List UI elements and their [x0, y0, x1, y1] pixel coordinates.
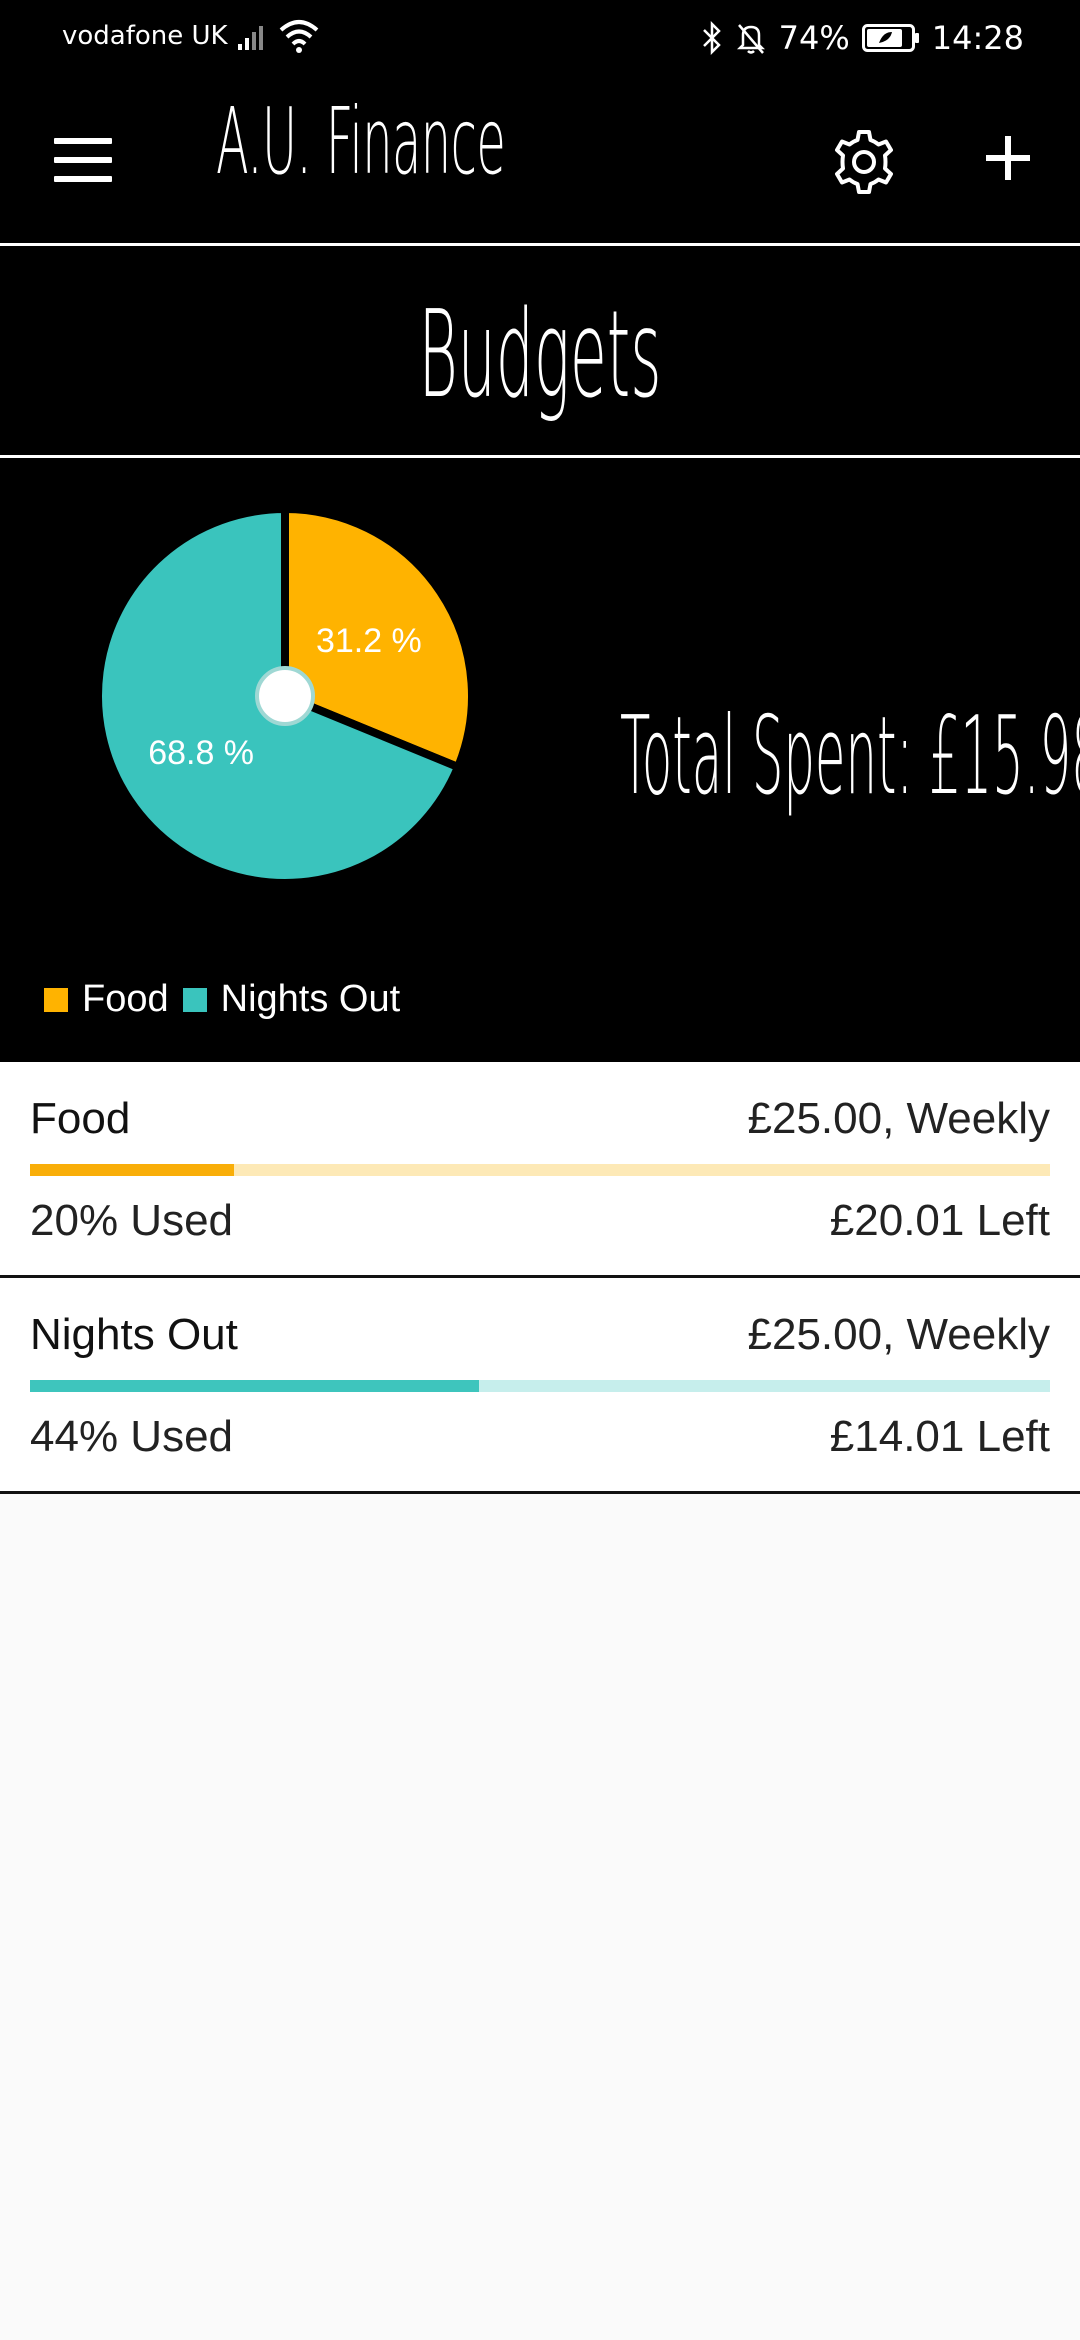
budget-progress-bar	[30, 1380, 1050, 1392]
pie-label-food: 31.2 %	[316, 622, 422, 660]
legend-label-nights-out: Nights Out	[220, 978, 401, 1020]
status-bar: vodafone UK 74% 14:28	[0, 0, 1080, 76]
budget-progress-fill	[30, 1380, 479, 1392]
app-title: A.U. Finance	[216, 88, 506, 195]
signal-icon	[236, 22, 272, 56]
budget-used: 44% Used	[30, 1412, 234, 1461]
bluetooth-icon	[701, 21, 723, 55]
budget-left: £20.01 Left	[829, 1196, 1050, 1245]
app-bar: A.U. Finance	[0, 76, 1080, 246]
chart-legend: Food Nights Out	[44, 978, 414, 1021]
legend-label-food: Food	[82, 978, 169, 1020]
budget-left: £14.01 Left	[829, 1412, 1050, 1461]
wifi-icon	[278, 18, 320, 58]
pie-center-hole	[255, 666, 315, 726]
clock: 14:28	[931, 19, 1024, 57]
budget-amount: £25.00, Weekly	[747, 1094, 1050, 1143]
budget-amount: £25.00, Weekly	[747, 1310, 1050, 1359]
legend-swatch-food	[44, 987, 68, 1012]
battery-icon	[861, 24, 920, 52]
budget-name: Food	[30, 1094, 131, 1143]
budget-item-food[interactable]: Food £25.00, Weekly 20% Used £20.01 Left	[0, 1062, 1080, 1278]
bell-off-icon	[735, 21, 767, 55]
total-spent: Total Spent: £15.98	[620, 694, 1080, 819]
carrier-label: vodafone UK	[62, 21, 228, 51]
budget-chart: 31.2 % 68.8 % Total Spent: £15.98 Food Ni…	[0, 458, 1080, 1062]
pie-chart[interactable]: 31.2 % 68.8 %	[0, 458, 560, 958]
legend-swatch-nights-out	[182, 987, 207, 1012]
budget-progress-bar	[30, 1164, 1050, 1176]
budget-name: Nights Out	[30, 1310, 238, 1359]
budget-list: Food £25.00, Weekly 20% Used £20.01 Left…	[0, 1062, 1080, 1494]
pie-label-nights-out: 68.8 %	[148, 734, 254, 772]
budget-progress-fill	[30, 1164, 234, 1176]
section-title: Budgets	[418, 286, 662, 425]
battery-percent: 74%	[778, 19, 850, 57]
section-header: Budgets	[0, 246, 1080, 458]
plus-icon[interactable]	[982, 132, 1034, 184]
menu-icon[interactable]	[54, 138, 112, 182]
budget-item-nights-out[interactable]: Nights Out £25.00, Weekly 44% Used £14.0…	[0, 1278, 1080, 1494]
gear-icon[interactable]	[828, 126, 900, 198]
budget-used: 20% Used	[30, 1196, 234, 1245]
